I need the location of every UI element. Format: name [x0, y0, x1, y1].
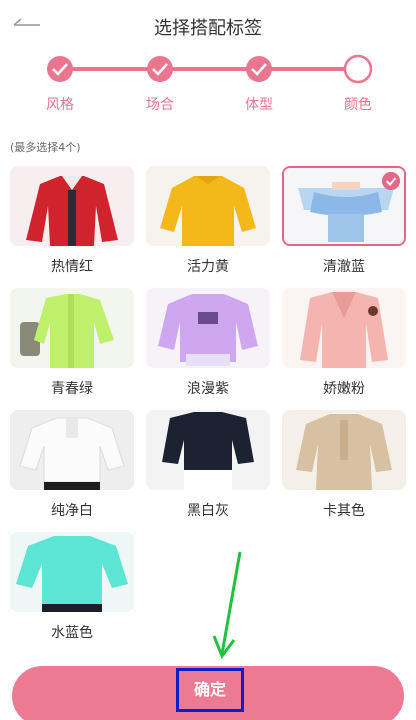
step-track — [47, 54, 373, 84]
clothing-image-grayscale — [146, 410, 270, 490]
color-option-grayscale[interactable] — [146, 410, 270, 490]
clothing-image-white — [10, 410, 134, 490]
green-arrow-annotation — [212, 551, 242, 660]
color-label-pink: 娇嫩粉 — [323, 381, 365, 397]
color-option-blue[interactable] — [282, 166, 406, 246]
clothing-image-green — [10, 288, 134, 368]
page-title: 选择搭配标签 — [154, 18, 262, 39]
color-option-green[interactable] — [10, 288, 134, 368]
confirm-button-label[interactable]: 确定 — [176, 668, 244, 712]
step-progress: 风格 场合 体型 颜色 — [0, 54, 416, 124]
step-2-done-icon — [147, 56, 173, 82]
selection-hint: (最多选择4个) — [10, 141, 81, 154]
clothing-image-aqua — [10, 532, 134, 612]
color-label-yellow: 活力黄 — [187, 259, 229, 275]
color-option-white[interactable] — [10, 410, 134, 490]
color-label-red: 热情红 — [51, 259, 93, 275]
step-label-color: 颜色 — [344, 97, 372, 113]
selected-check-icon — [382, 172, 400, 190]
color-label-aqua: 水蓝色 — [51, 625, 93, 641]
step-label-style: 风格 — [46, 97, 74, 113]
color-option-red[interactable] — [10, 166, 134, 246]
color-option-aqua[interactable] — [10, 532, 134, 612]
step-label-occasion: 场合 — [146, 97, 174, 113]
color-label-grayscale: 黑白灰 — [187, 503, 229, 519]
clothing-image-pink — [282, 288, 406, 368]
color-label-purple: 浪漫紫 — [187, 381, 229, 397]
color-option-yellow[interactable] — [146, 166, 270, 246]
clothing-image-khaki — [282, 410, 406, 490]
clothing-image-purple — [146, 288, 270, 368]
color-option-pink[interactable] — [282, 288, 406, 368]
color-option-purple[interactable] — [146, 288, 270, 368]
step-3-done-icon — [246, 56, 272, 82]
header: 选择搭配标签 — [0, 0, 416, 50]
color-label-white: 纯净白 — [51, 503, 93, 519]
color-label-green: 青春绿 — [51, 381, 93, 397]
color-option-khaki[interactable] — [282, 410, 406, 490]
color-label-khaki: 卡其色 — [323, 503, 365, 519]
step-1-done-icon — [47, 56, 73, 82]
step-label-body: 体型 — [245, 97, 273, 113]
step-4-current-icon — [343, 54, 373, 84]
clothing-image-yellow — [146, 166, 270, 246]
color-label-blue: 清澈蓝 — [323, 259, 365, 275]
clothing-image-red — [10, 166, 134, 246]
